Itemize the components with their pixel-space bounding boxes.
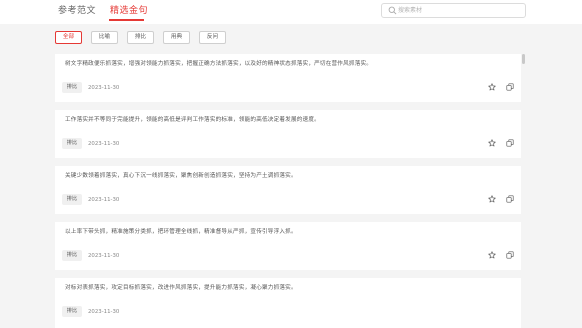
- filter-allusion[interactable]: 用典: [163, 31, 190, 44]
- quote-date: 2023-11-30: [88, 309, 120, 315]
- tab-selected-quotes[interactable]: 精选金句: [110, 5, 148, 17]
- quote-date: 2023-11-30: [88, 85, 120, 91]
- quote-card: 工作落实并不等同于完能提升，领能的高低是评判工作落实的标准，领能的高低决定着发展…: [55, 110, 521, 158]
- quote-card: 以上率下带头抓，精准施策分类抓，把环管理全线抓，精准督导从严抓，宣传引导浮入抓。…: [55, 222, 521, 270]
- top-bar: 参考范文 精选金句: [0, 0, 582, 24]
- filter-rhetorical-question[interactable]: 反问: [199, 31, 226, 44]
- quote-tag: 排比: [62, 306, 82, 317]
- quote-card: 对标对表抓落实，攻定目标抓落实，改进作风抓落实，提升能力抓落实，凝心聚力抓落实。…: [55, 278, 521, 328]
- copy-icon[interactable]: [506, 139, 514, 147]
- quote-tag: 排比: [62, 250, 82, 261]
- star-icon[interactable]: [488, 251, 496, 259]
- scrollbar-thumb[interactable]: [522, 54, 525, 64]
- filter-parallelism[interactable]: 排比: [127, 31, 154, 44]
- quote-tag: 排比: [62, 138, 82, 149]
- filter-all[interactable]: 全部: [55, 31, 82, 44]
- quote-date: 2023-11-30: [88, 141, 120, 147]
- copy-icon[interactable]: [506, 83, 514, 91]
- copy-icon[interactable]: [506, 195, 514, 203]
- search-input[interactable]: [398, 4, 523, 17]
- search-icon[interactable]: [388, 6, 397, 15]
- quote-tag: 排比: [62, 194, 82, 205]
- quote-card: 关键少数领着抓落实，真心下沉一线抓落实，聚焦创新创造抓落实，坚持为产土调抓落实。…: [55, 166, 521, 214]
- quote-text: 关键少数领着抓落实，真心下沉一线抓落实，聚焦创新创造抓落实，坚持为产土调抓落实。: [65, 173, 297, 179]
- quote-text: 工作落实并不等同于完能提升，领能的高低是评判工作落实的标准，领能的高低决定着发展…: [65, 117, 320, 123]
- star-icon[interactable]: [488, 195, 496, 203]
- copy-icon[interactable]: [506, 251, 514, 259]
- quote-date: 2023-11-30: [88, 197, 120, 203]
- quote-date: 2023-11-30: [88, 253, 120, 259]
- quote-text: 以上率下带头抓，精准施策分类抓，把环管理全线抓，精准督导从严抓，宣传引导浮入抓。: [65, 229, 297, 235]
- quote-text: 对标对表抓落实，攻定目标抓落实，改进作风抓落实，提升能力抓落实，凝心聚力抓落实。: [65, 285, 297, 291]
- filter-metaphor[interactable]: 比喻: [91, 31, 118, 44]
- star-icon[interactable]: [488, 83, 496, 91]
- search-box[interactable]: [381, 3, 526, 18]
- quote-card: 树文字精政便乐抓落实，增强对领能力抓落实，把握正确方法抓落实，以及好的精神状态抓…: [55, 54, 521, 102]
- tab-reference-essays[interactable]: 参考范文: [58, 5, 96, 17]
- active-tab-underline: [109, 19, 144, 21]
- quote-text: 树文字精政便乐抓落实，增强对领能力抓落实，把握正确方法抓落实，以及好的精神状态抓…: [65, 61, 373, 67]
- quote-tag: 排比: [62, 82, 82, 93]
- star-icon[interactable]: [488, 139, 496, 147]
